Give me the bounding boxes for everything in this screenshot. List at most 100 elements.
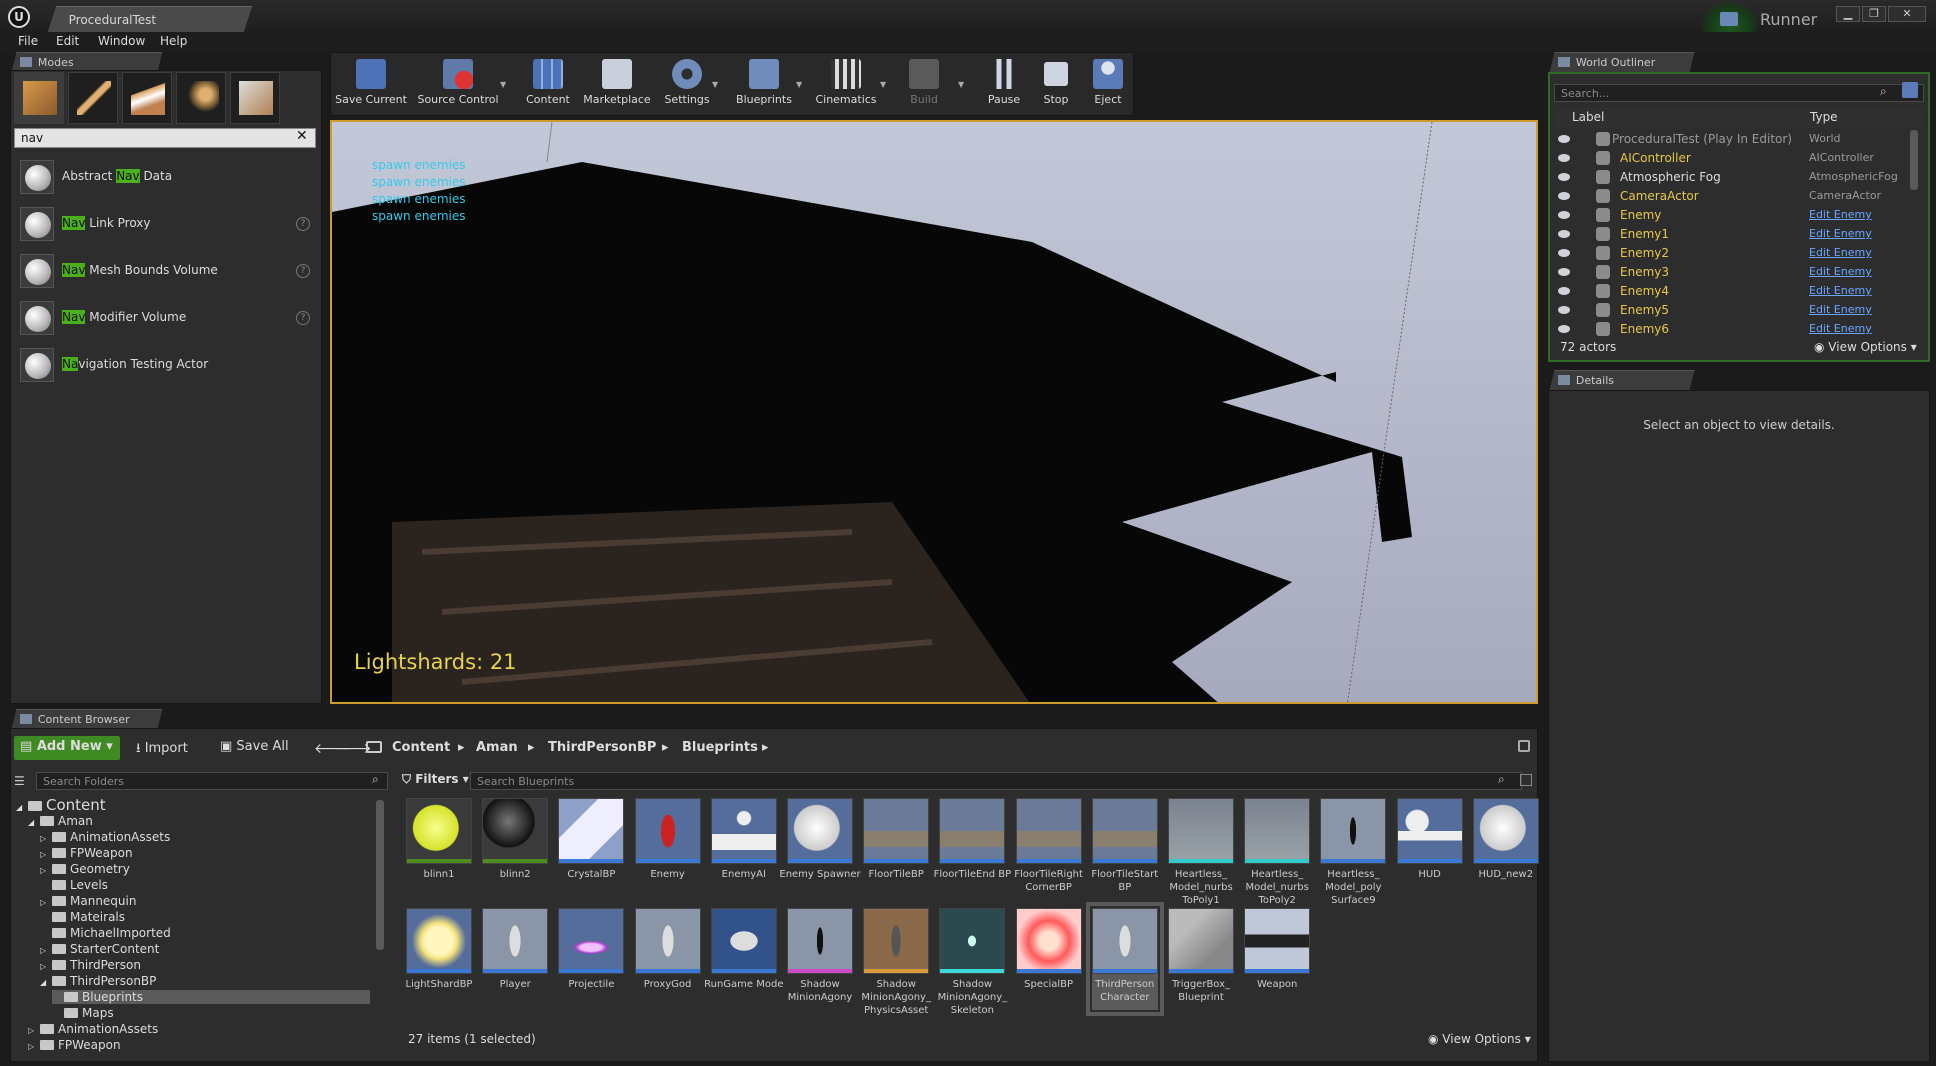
clear-search-icon[interactable]: ✕: [296, 128, 308, 144]
asset-tile[interactable]: TriggerBox_ Blueprint: [1168, 908, 1234, 1003]
menu-file[interactable]: File: [18, 34, 38, 48]
edit-enemy-link[interactable]: Edit Enemy: [1809, 322, 1872, 335]
visibility-eye-icon[interactable]: [1558, 249, 1570, 257]
visibility-eye-icon[interactable]: [1558, 192, 1570, 200]
outliner-row[interactable]: Enemy4 Edit Enemy: [1554, 282, 1910, 301]
visibility-eye-icon[interactable]: [1558, 135, 1570, 143]
help-icon[interactable]: ?: [296, 311, 310, 325]
asset-tile[interactable]: RunGame Mode: [704, 908, 783, 998]
build-button[interactable]: Build: [900, 56, 948, 114]
source-control-button[interactable]: Source Control: [414, 56, 502, 114]
edit-enemy-link[interactable]: Edit Enemy: [1809, 246, 1872, 259]
mode-place[interactable]: [14, 72, 64, 124]
breadcrumb-separator-icon[interactable]: ▸: [458, 740, 465, 755]
minimize-button[interactable]: ▁: [1836, 6, 1860, 22]
folder-tree-item[interactable]: Blueprints: [52, 990, 370, 1004]
folder-tree-item[interactable]: ◢ ThirdPersonBP: [40, 974, 156, 988]
folder-tree-item[interactable]: ▷ FPWeapon: [28, 1038, 121, 1052]
asset-tile[interactable]: Enemy: [634, 798, 701, 888]
asset-tile[interactable]: Player: [482, 908, 549, 998]
asset-tile[interactable]: HUD: [1396, 798, 1463, 888]
asset-tile[interactable]: Heartless_ Model_nurbs ToPoly2: [1244, 798, 1311, 906]
asset-tile[interactable]: FloorTileBP: [863, 798, 930, 888]
visibility-eye-icon[interactable]: [1558, 287, 1570, 295]
outliner-row[interactable]: Enemy5 Edit Enemy: [1554, 301, 1910, 320]
outliner-search-input[interactable]: Search...: [1554, 84, 1924, 102]
asset-tile[interactable]: Shadow MinionAgony: [787, 908, 853, 1003]
expand-arrow-icon[interactable]: ◢: [28, 818, 40, 827]
asset-tile[interactable]: blinn1: [406, 798, 472, 888]
blueprints-dropdown-icon[interactable]: ▼: [796, 80, 802, 89]
asset-tile[interactable]: FloorTileEnd BP: [934, 798, 1011, 888]
actor-search-input[interactable]: nav: [14, 128, 316, 148]
outliner-row[interactable]: Enemy Edit Enemy: [1554, 206, 1910, 225]
label-column-header[interactable]: Label: [1572, 110, 1604, 124]
asset-tile[interactable]: blinn2: [482, 798, 549, 888]
sources-toggle-icon[interactable]: ☰: [14, 774, 25, 788]
help-icon[interactable]: ?: [296, 264, 310, 278]
asset-tile[interactable]: HUD_new2: [1472, 798, 1539, 888]
folder-tree-item[interactable]: Levels: [40, 878, 108, 892]
edit-enemy-link[interactable]: Edit Enemy: [1809, 284, 1872, 297]
outliner-view-options[interactable]: ◉ View Options ▾: [1814, 340, 1917, 354]
expand-arrow-icon[interactable]: ▷: [40, 898, 52, 907]
expand-arrow-icon[interactable]: ▷: [40, 834, 52, 843]
asset-tile[interactable]: Shadow MinionAgony_ Skeleton: [938, 908, 1007, 1016]
outliner-row[interactable]: Enemy2 Edit Enemy: [1554, 244, 1910, 263]
actor-list-item[interactable]: Nav Modifier Volume?: [14, 297, 316, 341]
tab-details[interactable]: Details: [1549, 370, 1695, 390]
search-assets-input[interactable]: Search Blueprints: [470, 772, 1522, 790]
add-new-button[interactable]: ▤ Add New ▾: [14, 736, 120, 760]
settings-dropdown-icon[interactable]: ▼: [712, 80, 718, 89]
asset-tile[interactable]: ProxyGod: [634, 908, 701, 998]
eject-button[interactable]: Eject: [1086, 56, 1130, 114]
asset-tile[interactable]: FloorTileRight CornerBP: [1014, 798, 1083, 893]
breadcrumb-blueprints[interactable]: Blueprints: [682, 740, 758, 755]
game-viewport[interactable]: spawn enemies spawn enemies spawn enemie…: [330, 120, 1538, 704]
visibility-eye-icon[interactable]: [1558, 230, 1570, 238]
filters-button[interactable]: ⛉ Filters ▾: [402, 772, 469, 787]
breadcrumb-separator-icon[interactable]: ▸: [762, 740, 769, 755]
maximize-button[interactable]: ❐: [1862, 6, 1886, 22]
import-button[interactable]: ⭳ Import: [132, 736, 192, 760]
asset-tile[interactable]: Shadow MinionAgony_ PhysicsAsset: [861, 908, 931, 1016]
expand-arrow-icon[interactable]: ▷: [28, 1042, 40, 1051]
asset-tile[interactable]: Projectile: [558, 908, 625, 998]
folder-tree-item[interactable]: ▷ AnimationAssets: [28, 1022, 158, 1036]
actor-list-item[interactable]: Navigation Testing Actor: [14, 344, 316, 388]
edit-enemy-link[interactable]: Edit Enemy: [1809, 208, 1872, 221]
folder-tree-item[interactable]: ◢ Aman: [28, 814, 93, 828]
visibility-eye-icon[interactable]: [1558, 173, 1570, 181]
folder-tree-item[interactable]: Mateirals: [40, 910, 125, 924]
expand-arrow-icon[interactable]: ◢: [40, 978, 52, 987]
folder-tree-item[interactable]: ▷ FPWeapon: [40, 846, 133, 860]
edit-enemy-link[interactable]: Edit Enemy: [1809, 303, 1872, 316]
outliner-row[interactable]: ProceduralTest (Play In Editor) World: [1554, 130, 1910, 149]
marketplace-button[interactable]: Marketplace: [580, 56, 654, 114]
breadcrumb-aman[interactable]: Aman: [476, 740, 518, 755]
folder-tree-item[interactable]: ◢ Content: [16, 796, 106, 814]
save-all-button[interactable]: ▣ Save All: [216, 736, 293, 760]
breadcrumb-content[interactable]: Content: [392, 740, 450, 755]
build-dropdown-icon[interactable]: ▼: [958, 80, 964, 89]
expand-arrow-icon[interactable]: ▷: [28, 1026, 40, 1035]
asset-tile[interactable]: SpecialBP: [1015, 908, 1082, 998]
outliner-row[interactable]: Atmospheric Fog AtmosphericFog: [1554, 168, 1910, 187]
folder-tree-item[interactable]: ▷ AnimationAssets: [40, 830, 170, 844]
asset-tile[interactable]: Weapon: [1244, 908, 1311, 998]
close-window-button[interactable]: ✕: [1888, 6, 1926, 22]
outliner-row[interactable]: Enemy1 Edit Enemy: [1554, 225, 1910, 244]
mode-foliage[interactable]: [176, 72, 226, 124]
tab-world-outliner[interactable]: World Outliner: [1549, 52, 1695, 72]
pause-button[interactable]: Pause: [982, 56, 1026, 114]
asset-tile[interactable]: Heartless_ Model_nurbs ToPoly1: [1168, 798, 1234, 906]
actor-list-item[interactable]: Nav Link Proxy?: [14, 203, 316, 247]
visibility-eye-icon[interactable]: [1558, 306, 1570, 314]
outliner-scrollbar[interactable]: [1910, 130, 1918, 190]
folder-tree-item[interactable]: ▷ Geometry: [40, 862, 130, 876]
breadcrumb-separator-icon[interactable]: ▸: [662, 740, 669, 755]
search-folders-input[interactable]: Search Folders: [36, 772, 388, 790]
expand-arrow-icon[interactable]: ▷: [40, 850, 52, 859]
folder-tree-item[interactable]: MichaelImported: [40, 926, 171, 940]
edit-enemy-link[interactable]: Edit Enemy: [1809, 265, 1872, 278]
